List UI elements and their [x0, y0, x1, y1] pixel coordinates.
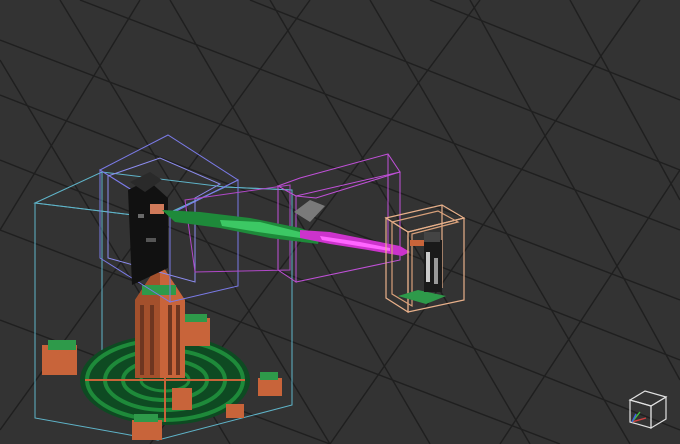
scene-canvas[interactable]	[0, 0, 680, 444]
voxel-character-small	[398, 232, 446, 304]
3d-viewport[interactable]	[0, 0, 680, 444]
view-cube-icon[interactable]	[628, 390, 668, 430]
voxel-character-dark	[128, 172, 168, 285]
